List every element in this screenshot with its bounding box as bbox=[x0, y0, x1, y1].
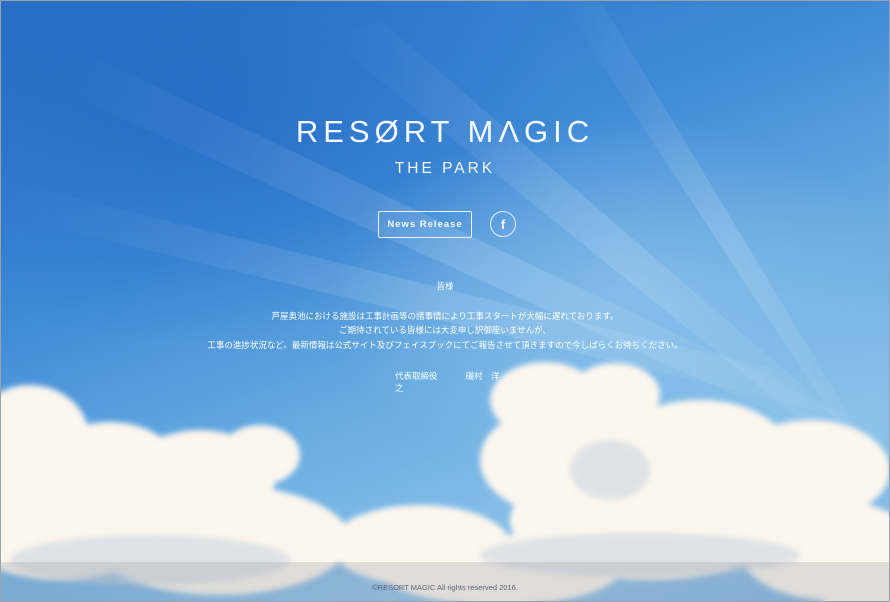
sky-background bbox=[0, 0, 890, 602]
news-release-button[interactable]: News Release bbox=[378, 211, 472, 238]
brand-subtitle: THE PARK bbox=[394, 160, 496, 177]
notice-greeting: 皆様 bbox=[436, 282, 454, 292]
notice-line: 芦屋奥池における施設は工事計画等の諸事情により工事スタートが大幅に遅れております… bbox=[271, 312, 619, 322]
copyright-text: ©RESORT MAGIC All rights reserved 2016. bbox=[372, 583, 518, 592]
notice-line: ご期待されている皆様には大変申し訳御座いませんが、 bbox=[339, 326, 551, 336]
footer-bar bbox=[0, 562, 890, 602]
facebook-button[interactable]: f bbox=[490, 211, 516, 237]
notice-signature: 代表取締役 磯村 洋之 bbox=[395, 370, 535, 394]
signature-title: 代表取締役 bbox=[395, 372, 438, 382]
brand-logo: RESØRT MΛGIC bbox=[295, 114, 595, 149]
facebook-icon: f bbox=[500, 216, 506, 232]
notice-line: 工事の進捗状況など、最新情報は公式サイト及びフェイスブックにてご報告させて頂きま… bbox=[207, 341, 683, 351]
cloud-illustration bbox=[0, 0, 890, 602]
